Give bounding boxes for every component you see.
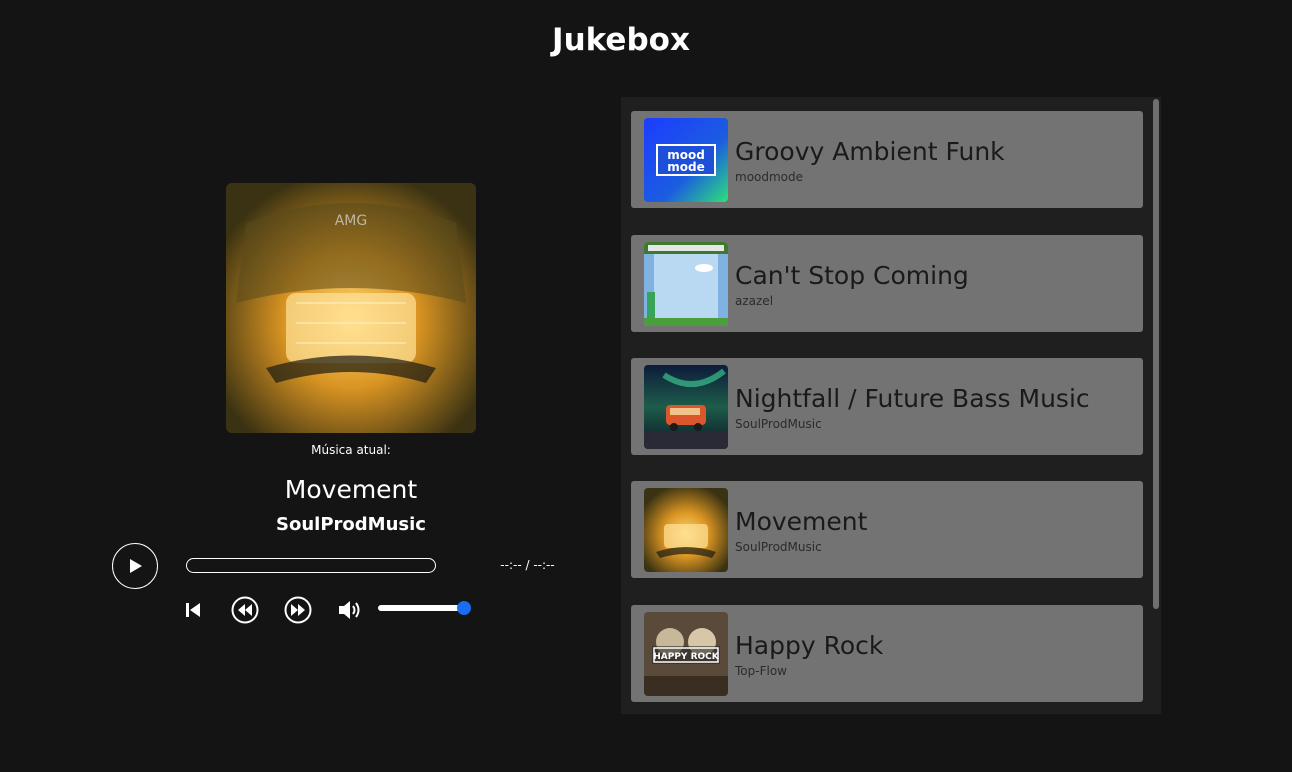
track-thumbnail (644, 242, 728, 326)
current-cover-art: AMG (226, 183, 476, 433)
track-title: Movement (735, 507, 868, 536)
rewind-icon (231, 596, 259, 624)
previous-button[interactable] (179, 596, 207, 624)
volume-slider-thumb[interactable] (457, 601, 471, 615)
playlist-item[interactable]: HAPPY ROCK Happy Rock Top-Flow (631, 605, 1143, 702)
fast-forward-icon (284, 596, 312, 624)
now-playing-title: Movement (284, 475, 418, 504)
playlist-item[interactable]: Can't Stop Coming azazel (631, 235, 1143, 332)
playlist-scrollbar[interactable] (1151, 97, 1161, 714)
playlist[interactable]: mood mode Groovy Ambient Funk moodmode C… (621, 97, 1161, 714)
playlist-item[interactable]: mood mode Groovy Ambient Funk moodmode (631, 111, 1143, 208)
track-artist: moodmode (735, 170, 804, 184)
now-playing-label: Música atual: (311, 443, 391, 457)
pixel-game-artwork-icon (644, 242, 728, 326)
car-engine-artwork-icon (644, 488, 728, 572)
skip-previous-icon (186, 603, 200, 617)
track-title: Nightfall / Future Bass Music (735, 384, 1090, 413)
svg-text:AMG: AMG (335, 213, 368, 229)
play-button[interactable] (112, 543, 158, 589)
playlist-item[interactable]: Nightfall / Future Bass Music SoulProdMu… (631, 358, 1143, 455)
night-van-artwork-icon (644, 365, 728, 449)
track-thumbnail: mood mode (644, 118, 728, 202)
track-artist: SoulProdMusic (735, 540, 822, 554)
track-thumbnail: HAPPY ROCK (644, 612, 728, 696)
track-thumbnail (644, 488, 728, 572)
volume-icon (339, 601, 360, 619)
track-title: Groovy Ambient Funk (735, 137, 1005, 166)
thumb-logo-text: HAPPY ROCK (653, 652, 720, 662)
volume-button[interactable] (336, 596, 364, 624)
forward-button[interactable] (284, 596, 312, 624)
time-readout: --:-- / --:-- (500, 558, 555, 572)
now-playing-artist: SoulProdMusic (276, 514, 426, 535)
jukebox-page: Jukebox AMG Música atual: Movement SoulP… (0, 0, 1292, 772)
track-artist: Top-Flow (735, 664, 787, 678)
rewind-button[interactable] (231, 596, 259, 624)
track-title: Can't Stop Coming (735, 261, 969, 290)
track-artist: azazel (735, 294, 774, 308)
progress-bar[interactable] (186, 558, 436, 573)
playlist-scroll-thumb[interactable] (1153, 99, 1159, 609)
track-artist: SoulProdMusic (735, 417, 822, 431)
happy-rock-artwork-icon: HAPPY ROCK (644, 612, 728, 696)
play-icon (130, 559, 142, 573)
car-engine-artwork: AMG (226, 183, 476, 433)
moodmode-logo-icon: mood mode (644, 118, 728, 202)
track-title: Happy Rock (735, 631, 884, 660)
app-title: Jukebox (552, 22, 690, 58)
volume-slider[interactable] (378, 601, 471, 615)
track-thumbnail (644, 365, 728, 449)
thumb-logo-text: mood mode (667, 148, 705, 174)
playlist-item[interactable]: Movement SoulProdMusic (631, 481, 1143, 578)
